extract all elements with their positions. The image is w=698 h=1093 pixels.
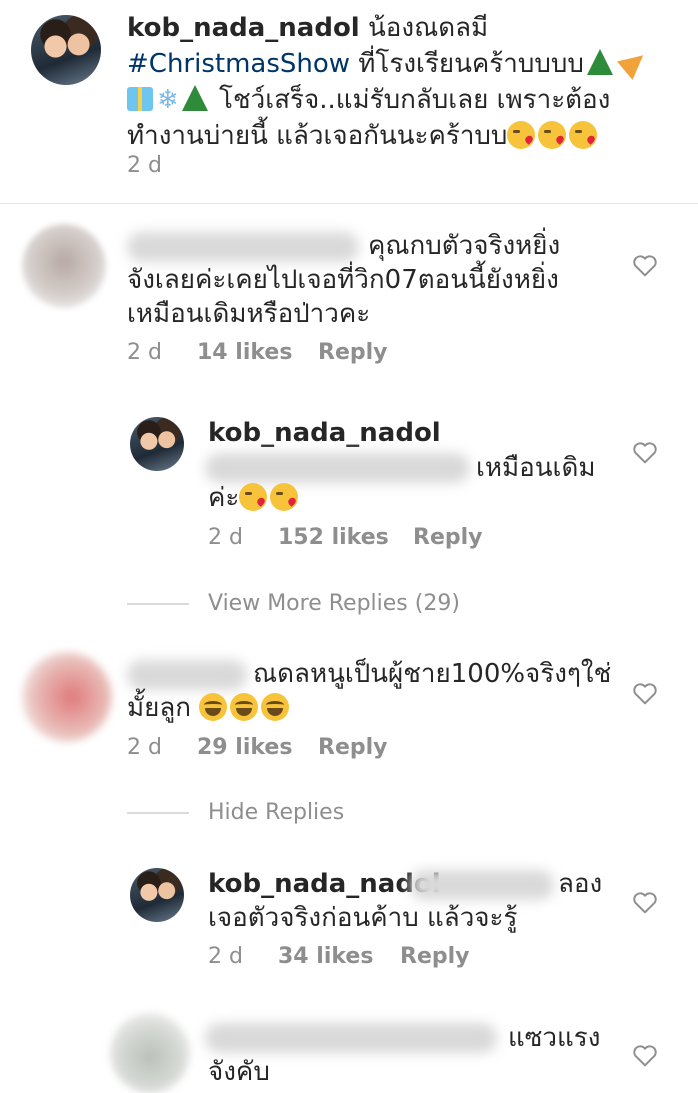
- reply-button[interactable]: Reply: [318, 339, 388, 367]
- comment-text-line2: จังเลยค่ะเคยไปเจอที่วิก07ตอนนี้ยังหยิ่ง: [127, 265, 559, 295]
- redacted-mention: [410, 870, 554, 900]
- commenter-avatar[interactable]: [22, 224, 106, 308]
- comment-text-line1: ณดลหนูเป็นผู้ชาย100%จริงๆใช่: [253, 659, 612, 689]
- laughing-face-emoji: [230, 693, 259, 721]
- reply-button[interactable]: Reply: [400, 943, 470, 971]
- comment-text-line1: แซวแรง: [508, 1023, 601, 1053]
- christmas-tree-emoji: [586, 49, 613, 75]
- caption-avatar[interactable]: [31, 15, 101, 85]
- kissing-face-emoji: [538, 121, 567, 149]
- party-popper-emoji: [617, 46, 651, 80]
- caption-username[interactable]: kob_nada_nadol: [127, 13, 360, 43]
- reply-time: 2 d: [208, 944, 243, 969]
- comment-text-line2: จังคับ: [208, 1057, 270, 1087]
- reply-time: 2 d: [208, 525, 243, 550]
- replies-divider-line: [127, 603, 189, 605]
- kissing-face-emoji: [239, 483, 268, 511]
- reply-text-line2: ค่ะ: [208, 480, 301, 516]
- commenter-avatar[interactable]: [110, 1013, 190, 1093]
- view-more-replies-button[interactable]: View More Replies (29): [208, 590, 460, 618]
- snowflake-emoji: ❄: [157, 85, 179, 115]
- caption-text-line4: ทำงานบ่ายนี้ แล้วเจอกันนะคร้าบบ: [127, 121, 508, 151]
- heart-outline-icon[interactable]: [632, 1043, 658, 1067]
- heart-outline-icon[interactable]: [632, 681, 658, 705]
- caption-text-line1: น้องณดลมี: [359, 13, 489, 43]
- reply-text-line1: ลอง: [558, 869, 603, 899]
- comment-text-line1: คุณกบตัวจริงหยิ่ง: [368, 231, 561, 261]
- kissing-face-emoji: [569, 121, 598, 149]
- comment-time: 2 d: [127, 735, 162, 760]
- hide-replies-button[interactable]: Hide Replies: [208, 799, 344, 827]
- reply-likes[interactable]: 34 likes: [278, 943, 373, 971]
- reply-username[interactable]: kob_nada_nadol: [208, 866, 441, 902]
- reply-text-line1: เหมือนเดิม: [476, 453, 596, 483]
- caption-divider: [0, 203, 698, 204]
- laughing-face-emoji: [199, 693, 228, 721]
- reply-button[interactable]: Reply: [413, 524, 483, 552]
- heart-outline-icon[interactable]: [632, 253, 658, 277]
- caption-hashtag[interactable]: #ChristmasShow: [127, 49, 350, 79]
- heart-outline-icon[interactable]: [632, 890, 658, 914]
- heart-outline-icon[interactable]: [632, 440, 658, 464]
- comment-likes[interactable]: 29 likes: [197, 734, 292, 762]
- comment-text-line3: เหมือนเดิมหรือป่าวคะ: [127, 299, 371, 329]
- commenter-avatar[interactable]: [22, 652, 112, 742]
- caption-text-line2: ที่โรงเรียนคร้าบบบบ: [350, 49, 584, 79]
- comment-likes[interactable]: 14 likes: [197, 339, 292, 367]
- caption-text: kob_nada_nadol น้องณดลมี #ChristmasShow …: [127, 10, 667, 154]
- gift-emoji: [127, 87, 153, 111]
- reply-avatar[interactable]: [130, 417, 184, 471]
- reply-text-line2: เจอตัวจริงก่อนค้าบ แล้วจะรู้: [208, 903, 518, 933]
- laughing-face-emoji: [261, 693, 290, 721]
- redacted-mention: [205, 453, 470, 483]
- comment-text-line2: มั้ยลูก: [127, 690, 292, 726]
- comment-time: 2 d: [127, 340, 162, 365]
- reply-likes[interactable]: 152 likes: [278, 524, 389, 552]
- caption-text-line3: โชว์เสร็จ..แม่รับกลับเลย เพราะต้อง: [210, 85, 611, 115]
- redacted-username: [127, 660, 247, 690]
- reply-button[interactable]: Reply: [318, 734, 388, 762]
- caption-time: 2 d: [127, 153, 162, 178]
- kissing-face-emoji: [270, 483, 299, 511]
- kissing-face-emoji: [507, 121, 536, 149]
- reply-avatar[interactable]: [130, 868, 184, 922]
- christmas-tree-emoji: [181, 85, 208, 111]
- replies-divider-line: [127, 812, 189, 814]
- redacted-username: [127, 232, 359, 262]
- redacted-username: [205, 1023, 497, 1053]
- reply-username[interactable]: kob_nada_nadol: [208, 415, 441, 451]
